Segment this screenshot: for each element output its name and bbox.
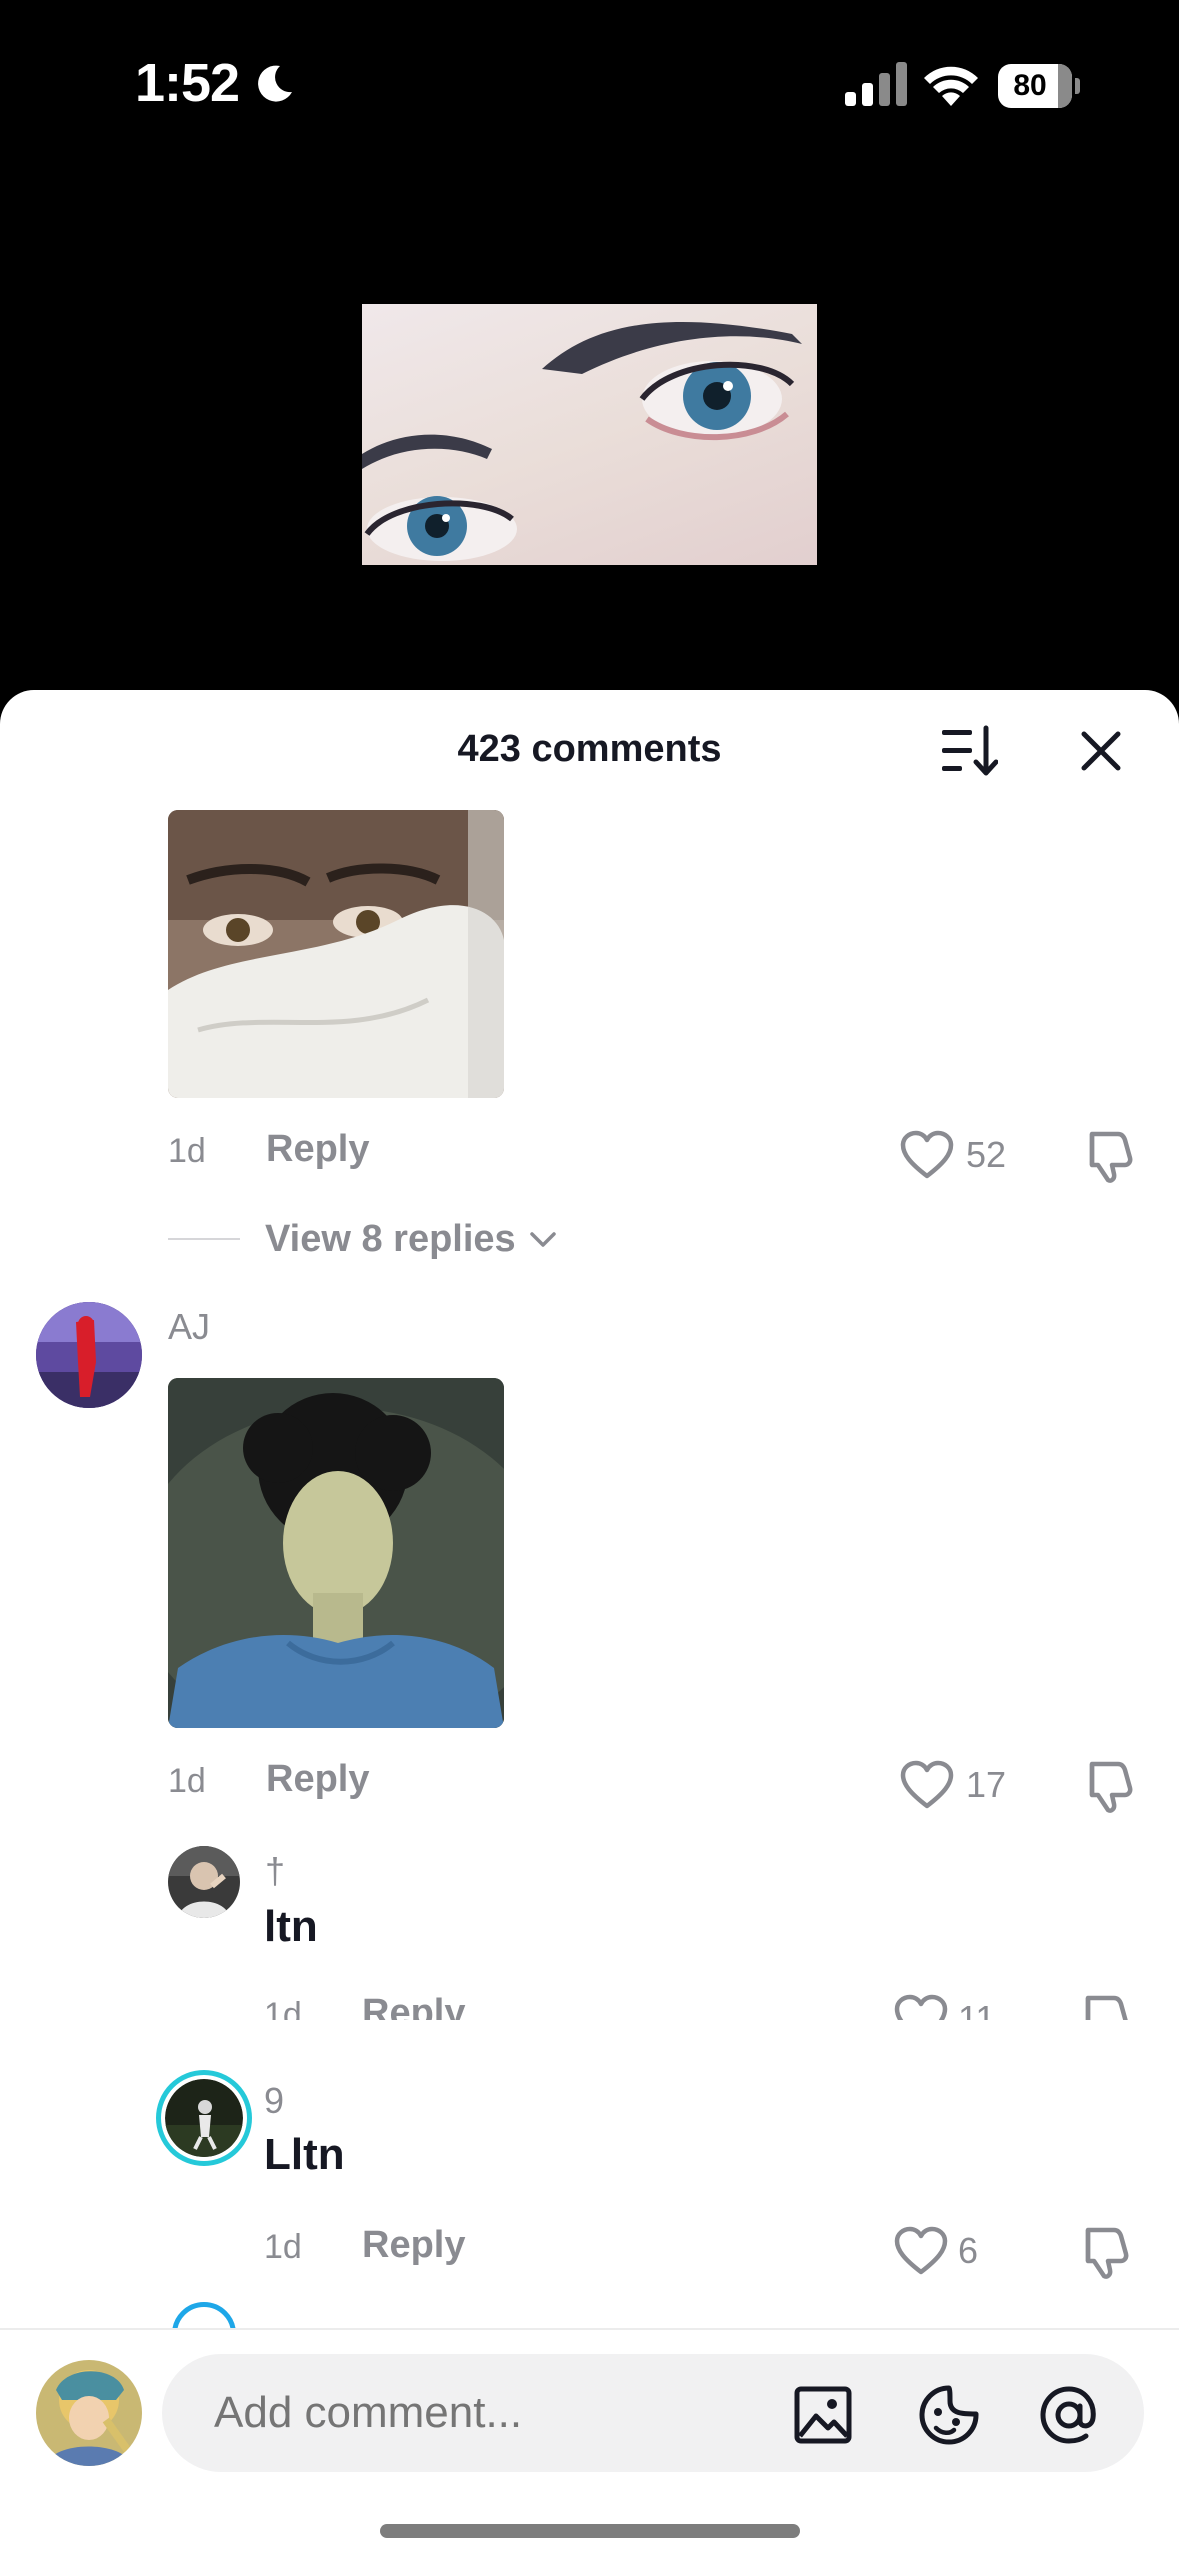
comment-image[interactable] — [168, 1378, 504, 1728]
dislike-icon[interactable] — [1078, 1758, 1134, 1814]
reply-username[interactable]: † — [265, 1850, 285, 1892]
comment-input[interactable] — [214, 2354, 734, 2472]
chevron-down-icon — [530, 1232, 556, 1247]
comment-time: 1d — [168, 1132, 206, 1170]
avatar[interactable] — [36, 1302, 142, 1408]
reply-button[interactable]: Reply — [362, 1992, 465, 2020]
battery-percent: 80 — [1013, 69, 1047, 102]
status-time: 1:52 — [135, 53, 240, 113]
heart-icon[interactable] — [894, 2226, 948, 2276]
sheet-header: 423 comments — [0, 690, 1179, 810]
view-replies-label: View 8 replies — [265, 1218, 516, 1260]
reply-time: 1d — [264, 2228, 302, 2266]
like-count: 52 — [966, 1134, 1007, 1175]
image-icon[interactable] — [792, 2384, 854, 2446]
heart-icon[interactable] — [894, 1994, 948, 2020]
like-count: 17 — [966, 1764, 1007, 1805]
moon-icon — [258, 65, 292, 102]
status-bar: 1:52 80 — [0, 0, 1179, 170]
comment-input-field[interactable] — [162, 2354, 1144, 2472]
battery-icon: 80 — [998, 64, 1080, 108]
comments-list[interactable]: 1d Reply 52 View 8 replies AJ 1d Reply 1… — [0, 810, 1179, 2020]
reply-text: Lltn — [264, 2130, 345, 2179]
home-indicator[interactable] — [380, 2524, 800, 2538]
wifi-icon — [924, 66, 978, 106]
reply-button[interactable]: Reply — [266, 1758, 369, 1801]
dislike-icon[interactable] — [1074, 1992, 1130, 2020]
mention-icon[interactable] — [1038, 2384, 1100, 2446]
view-replies-button[interactable]: View 8 replies — [168, 1186, 608, 1266]
next-avatar-partial — [172, 2302, 236, 2328]
comment-photo — [168, 810, 504, 1098]
reply-item: 9 Lltn 1d Reply 6 — [0, 2060, 1179, 2328]
video-thumbnail[interactable] — [362, 304, 817, 565]
reply-text: ltn — [264, 1902, 318, 1951]
sort-icon[interactable] — [940, 724, 998, 778]
dislike-icon[interactable] — [1078, 1128, 1134, 1184]
signal-icon — [845, 62, 907, 106]
reply-button[interactable]: Reply — [362, 2224, 465, 2267]
sticker-icon[interactable] — [918, 2384, 980, 2446]
my-avatar[interactable] — [36, 2360, 142, 2466]
comment-count: 423 comments — [457, 728, 722, 770]
story-avatar[interactable] — [156, 2070, 252, 2166]
heart-icon[interactable] — [900, 1130, 954, 1180]
dislike-icon[interactable] — [1074, 2224, 1130, 2280]
reply-button[interactable]: Reply — [266, 1128, 369, 1171]
comment-image[interactable] — [168, 810, 504, 1098]
comment-photo — [168, 1378, 504, 1728]
like-count: 6 — [958, 2230, 979, 2271]
reply-username[interactable]: 9 — [264, 2080, 284, 2122]
like-count: 11 — [958, 1998, 996, 2020]
reply-time: 1d — [264, 1996, 302, 2020]
comment-time: 1d — [168, 1762, 206, 1800]
avatar[interactable] — [168, 1846, 240, 1918]
close-icon[interactable] — [1076, 726, 1126, 776]
comment-username[interactable]: AJ — [168, 1306, 210, 1348]
video-frame-image — [362, 321, 802, 561]
heart-icon[interactable] — [900, 1760, 954, 1810]
comment-input-bar — [0, 2328, 1179, 2556]
